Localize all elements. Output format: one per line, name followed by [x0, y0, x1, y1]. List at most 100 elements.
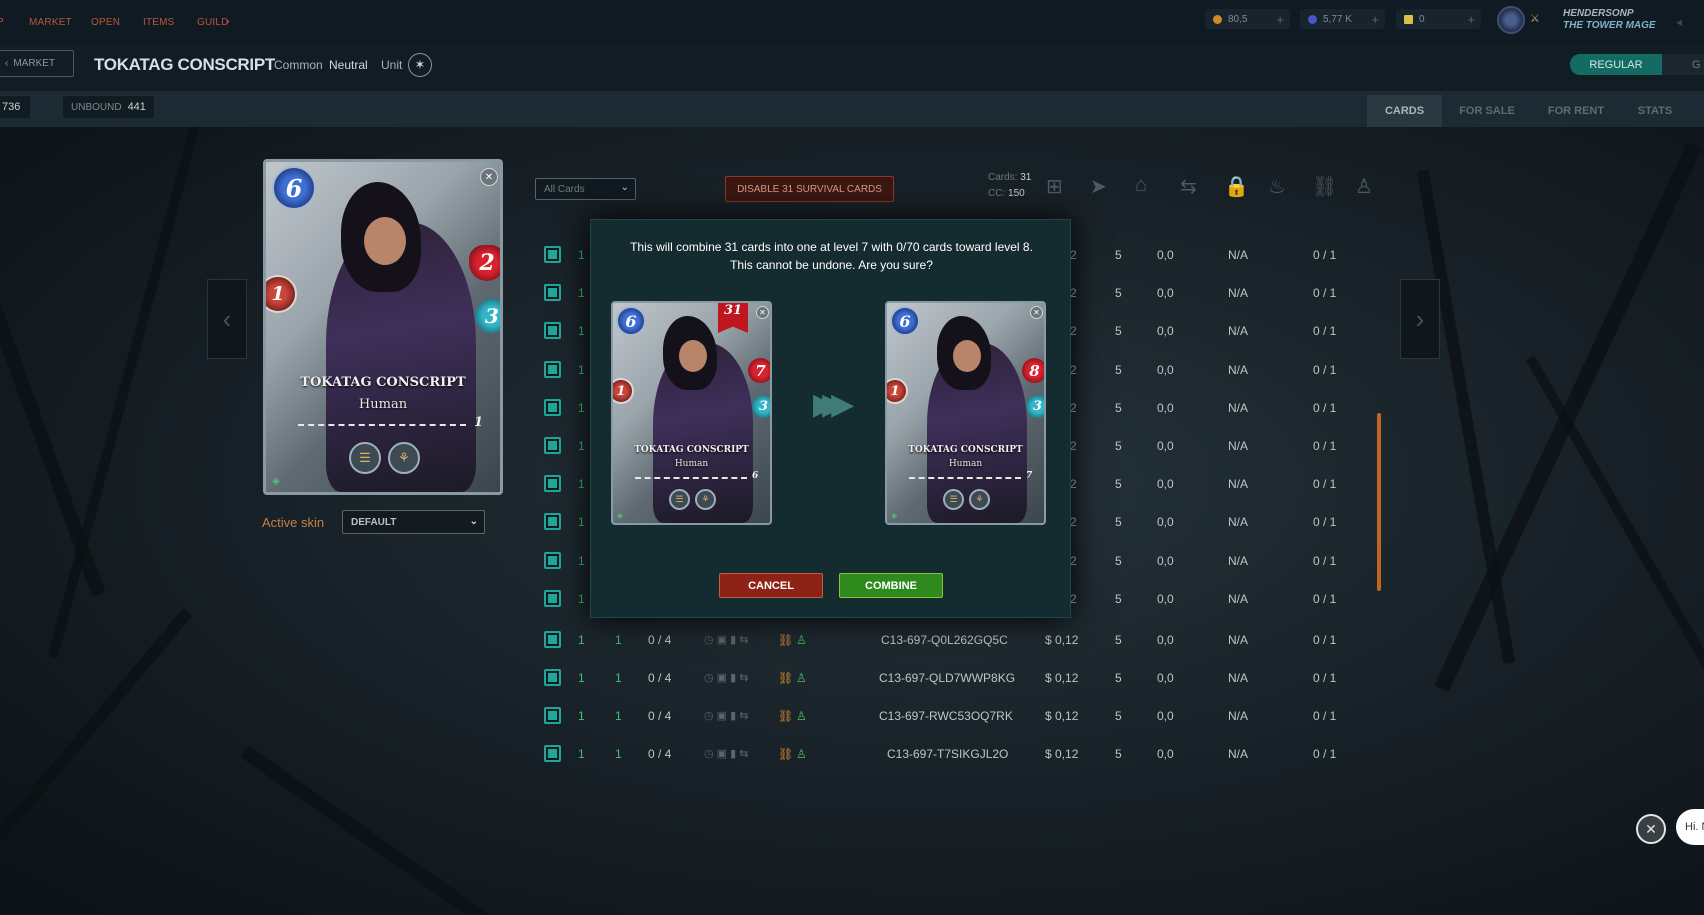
send-icon[interactable]: ➤ [1090, 174, 1107, 199]
row-checkbox[interactable] [544, 590, 561, 607]
row-c: 0,0 [1157, 363, 1174, 377]
row-e: 0 / 1 [1313, 401, 1337, 415]
dialog-message-line2: This cannot be undone. Are you sure? [730, 258, 933, 272]
row-uid[interactable]: C13-697-RWC53OQ7RK [879, 709, 1013, 723]
row-checkbox[interactable] [544, 475, 561, 492]
previous-card-button[interactable]: ‹ [207, 279, 247, 359]
link-icon[interactable]: ⛓ [778, 709, 793, 723]
burn-icon[interactable]: ♨ [1268, 174, 1286, 199]
card-close-icon[interactable]: ✕ [756, 306, 769, 319]
chat-bubble[interactable]: Hi. N [1676, 809, 1704, 845]
chevron-down-icon: ⌄ [469, 516, 478, 527]
owned-count-chip: 736 [0, 96, 30, 118]
row-checkbox[interactable] [544, 399, 561, 416]
unlink-icon[interactable]: ⛓ [1312, 174, 1337, 199]
row-uid[interactable]: C13-697-QLD7WWP8KG [879, 671, 1015, 685]
gold-toggle[interactable]: G [1662, 54, 1704, 75]
table-row[interactable]: 1 1 0 / 4 ◷ ▣ ▮ ⇆ ⛓ ♙ C13-697-Q0L262GQ5C… [540, 622, 1375, 657]
next-card-button[interactable]: › [1400, 279, 1440, 359]
delegate-person-icon[interactable]: ♙ [796, 633, 807, 647]
avatar[interactable] [1497, 6, 1525, 34]
delegate-person-icon[interactable]: ♙ [796, 671, 807, 685]
speed-icon: 3 [752, 395, 770, 418]
add-sps-icon[interactable]: + [1371, 12, 1379, 27]
card-name: TOKATAG CONSCRIPT [300, 375, 466, 390]
lock-icon[interactable]: 🔒 [1224, 174, 1249, 199]
ability-snare-icon: ⚘ [695, 489, 716, 510]
chat-close-icon[interactable]: ✕ [1636, 814, 1666, 844]
chevron-right-icon: › [1415, 303, 1425, 334]
cancel-button[interactable]: CANCEL [719, 573, 823, 598]
add-dec-icon[interactable]: + [1276, 12, 1284, 27]
row-count: 1 [578, 633, 585, 647]
row-checkbox[interactable] [544, 437, 561, 454]
row-checkbox[interactable] [544, 246, 561, 263]
voucher-balance[interactable]: 0 + [1396, 9, 1481, 29]
card-close-icon[interactable]: ✕ [1030, 306, 1043, 319]
row-count: 1 [578, 401, 585, 415]
row-count: 1 [578, 671, 585, 685]
row-xp: 0 / 4 [648, 671, 672, 685]
disable-survival-cards-button[interactable]: DISABLE 31 SURVIVAL CARDS [725, 176, 894, 202]
market-stall-icon[interactable]: ⌂ [1135, 174, 1147, 197]
nav-item-guild[interactable]: GUILD [197, 17, 229, 28]
regular-toggle[interactable]: REGULAR [1570, 54, 1662, 75]
skin-select[interactable]: DEFAULT ⌄ [342, 510, 485, 534]
row-checkbox[interactable] [544, 284, 561, 301]
row-uid[interactable]: C13-697-T7SIKGJL2O [887, 747, 1008, 761]
row-c: 0,0 [1157, 709, 1174, 723]
row-checkbox[interactable] [544, 669, 561, 686]
row-uid[interactable]: C13-697-Q0L262GQ5C [881, 633, 1008, 647]
row-d: N/A [1228, 554, 1249, 568]
nav-item-market[interactable]: MARKET [29, 17, 72, 28]
nav-item-open[interactable]: OPEN [91, 17, 120, 28]
collapse-icon[interactable]: ◂ [1676, 15, 1682, 29]
tab-for-rent[interactable]: FOR RENT [1532, 95, 1620, 127]
delegate-person-icon[interactable]: ♙ [796, 709, 807, 723]
back-to-market-button[interactable]: ‹ MARKET [0, 50, 74, 77]
row-checkbox[interactable] [544, 631, 561, 648]
delegate-person-icon[interactable]: ♙ [796, 747, 807, 761]
combine-icon[interactable]: ⊞ [1046, 174, 1063, 199]
unbound-value: 441 [127, 101, 146, 113]
sword-decoration [1416, 169, 1516, 665]
nav-item-items[interactable]: ITEMS [143, 17, 175, 28]
sps-balance[interactable]: 5,77 K + [1300, 9, 1385, 29]
nav-item-partial[interactable]: P [0, 17, 4, 28]
link-icon[interactable]: ⛓ [778, 633, 793, 647]
username[interactable]: HENDERSONP [1563, 8, 1634, 19]
row-c: 0,0 [1157, 324, 1174, 338]
row-a: 2 [1070, 515, 1077, 529]
link-icon[interactable]: ⛓ [778, 671, 793, 685]
tab-cards[interactable]: CARDS [1367, 95, 1442, 127]
table-row[interactable]: 1 1 0 / 4 ◷ ▣ ▮ ⇆ ⛓ ♙ C13-697-RWC53OQ7RK… [540, 698, 1375, 733]
row-count: 1 [578, 439, 585, 453]
delegate-icon[interactable]: ♙ [1355, 174, 1373, 199]
tab-for-sale[interactable]: FOR SALE [1442, 95, 1532, 127]
row-e: 0 / 1 [1313, 363, 1337, 377]
row-checkbox[interactable] [544, 707, 561, 724]
table-row[interactable]: 1 1 0 / 4 ◷ ▣ ▮ ⇆ ⛓ ♙ C13-697-T7SIKGJL2O… [540, 736, 1375, 771]
card-close-icon[interactable]: ✕ [480, 168, 498, 186]
dec-balance[interactable]: 80,5 + [1205, 9, 1290, 29]
cards-value: 31 [1020, 172, 1032, 183]
active-skin-label: Active skin [262, 515, 325, 530]
row-checkbox[interactable] [544, 361, 561, 378]
tab-stats[interactable]: STATS [1620, 95, 1690, 127]
link-icon[interactable]: ⛓ [778, 747, 793, 761]
add-voucher-icon[interactable]: + [1467, 12, 1475, 27]
card-filter-select[interactable]: All Cards ⌄ [535, 178, 636, 200]
row-e: 0 / 1 [1313, 286, 1337, 300]
ranged-attack-icon: 1 [613, 378, 634, 404]
row-a: 2 [1070, 477, 1077, 491]
transfer-icon[interactable]: ⇆ [1180, 174, 1197, 199]
table-row[interactable]: 1 1 0 / 4 ◷ ▣ ▮ ⇆ ⛓ ♙ C13-697-QLD7WWP8KG… [540, 660, 1375, 695]
row-checkbox[interactable] [544, 552, 561, 569]
combine-button[interactable]: COMBINE [839, 573, 943, 598]
row-checkbox[interactable] [544, 513, 561, 530]
row-checkbox[interactable] [544, 322, 561, 339]
row-checkbox[interactable] [544, 745, 561, 762]
row-count: 1 [578, 515, 585, 529]
table-scrollbar[interactable] [1377, 413, 1381, 591]
row-c: 0,0 [1157, 747, 1174, 761]
